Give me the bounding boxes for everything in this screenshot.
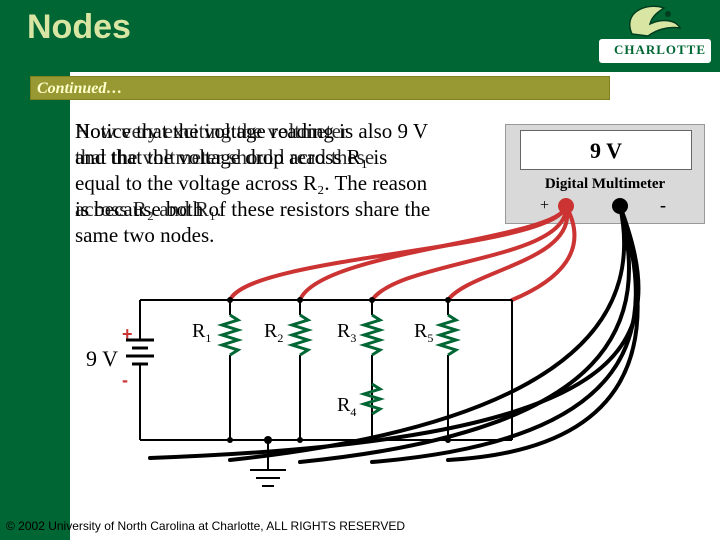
battery-minus-label: - [122, 370, 128, 390]
red-probe-wire [228, 204, 568, 302]
label-r2: R2 [264, 320, 284, 345]
black-probe-wire [370, 204, 638, 464]
slide-canvas: Nodes CHARLOTTE Continued… How very exci… [0, 0, 720, 540]
resistor-r3 [358, 313, 386, 357]
battery-plus-label: + [122, 324, 133, 344]
black-probe-wire [148, 204, 641, 460]
red-probe-wire [298, 204, 568, 302]
battery-voltage-label: 9 V [86, 346, 118, 371]
resistor-r2 [286, 313, 314, 357]
black-probe-tip [612, 198, 628, 214]
circuit-diagram [126, 198, 641, 487]
copyright-footer: © 2002 University of North Carolina at C… [6, 519, 406, 533]
label-r4: R4 [337, 394, 357, 419]
resistor-r1 [216, 313, 244, 357]
label-r3: R3 [337, 320, 357, 345]
resistor-r5 [434, 313, 462, 357]
red-probe-tip [558, 198, 574, 214]
label-r5: R5 [414, 320, 434, 345]
label-r1: R1 [192, 320, 212, 345]
